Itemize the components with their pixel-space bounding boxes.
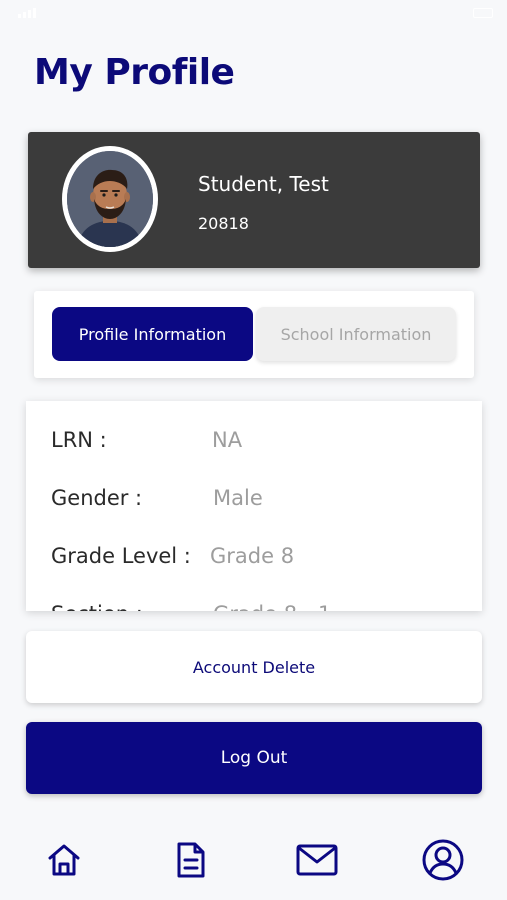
info-value: Male bbox=[213, 486, 263, 510]
avatar-ring bbox=[62, 146, 158, 252]
nav-item-profile[interactable] bbox=[421, 838, 465, 882]
tab-school-information[interactable]: School Information bbox=[256, 307, 456, 361]
document-icon bbox=[177, 842, 205, 878]
nav-item-messages[interactable] bbox=[295, 838, 339, 882]
nav-item-documents[interactable] bbox=[169, 838, 213, 882]
logout-button[interactable]: Log Out bbox=[26, 722, 482, 794]
info-label: Gender : bbox=[51, 486, 143, 510]
profile-card: Student, Test 20818 bbox=[28, 132, 480, 268]
tab-bar: Profile Information School Information bbox=[34, 291, 474, 378]
info-value: Grade 8 - 1 bbox=[213, 602, 331, 611]
info-value: NA bbox=[212, 428, 243, 452]
account-delete-button[interactable]: Account Delete bbox=[26, 631, 482, 703]
battery-icon bbox=[473, 8, 493, 18]
page-title: My Profile bbox=[34, 52, 235, 93]
mail-icon bbox=[296, 844, 338, 876]
profile-info-card: LRN : NA Gender : Male Grade Level : Gra… bbox=[26, 401, 482, 611]
signal-icon bbox=[18, 8, 36, 18]
account-icon bbox=[422, 839, 464, 881]
student-id: 20818 bbox=[198, 214, 249, 233]
bottom-nav bbox=[0, 820, 507, 900]
info-label: Grade Level : bbox=[51, 544, 191, 568]
avatar[interactable] bbox=[67, 151, 153, 247]
home-icon bbox=[48, 844, 80, 876]
status-bar bbox=[0, 0, 507, 28]
student-name: Student, Test bbox=[198, 172, 329, 196]
info-value: Grade 8 bbox=[210, 544, 295, 568]
info-label: Section : bbox=[51, 602, 143, 611]
tab-profile-information[interactable]: Profile Information bbox=[52, 307, 253, 361]
nav-item-home[interactable] bbox=[42, 838, 86, 882]
avatar-image bbox=[67, 151, 153, 247]
info-label: LRN : bbox=[51, 428, 107, 452]
